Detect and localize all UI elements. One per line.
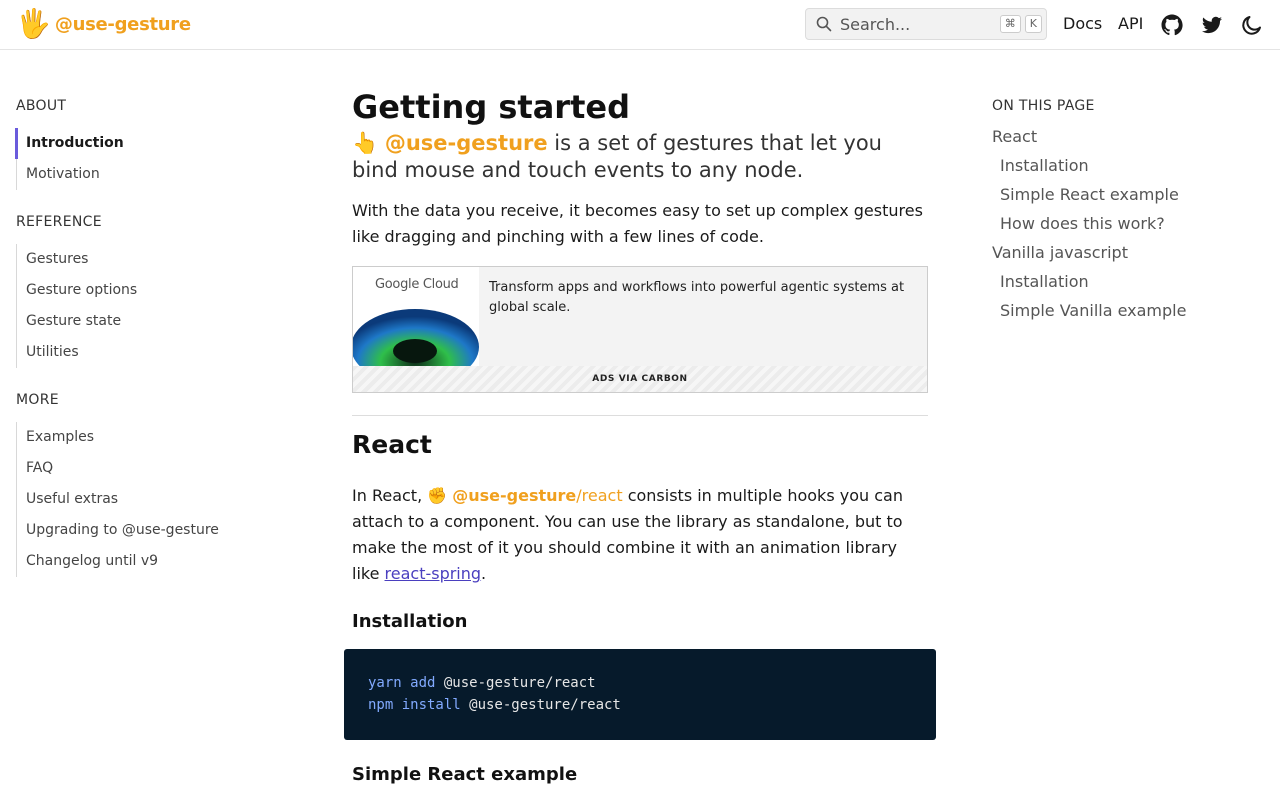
search-icon bbox=[816, 16, 832, 32]
react-para-end: . bbox=[481, 564, 487, 583]
sidebar-group-reference: Gestures Gesture options Gesture state U… bbox=[16, 244, 276, 368]
sidebar-section-more: MORE bbox=[16, 392, 59, 408]
toc-item-simple-react-example[interactable]: Simple React example bbox=[992, 180, 1252, 209]
lead-text: 👆 @use-gesture is a set of gestures that… bbox=[352, 130, 928, 184]
ad-footer[interactable]: ADS VIA CARBON bbox=[353, 366, 927, 392]
search-shortcut-cmd: ⌘ bbox=[999, 15, 1021, 33]
search-button[interactable]: Search... ⌘ K bbox=[805, 8, 1047, 40]
react-package-name: @use-gesture/react bbox=[452, 486, 622, 505]
hand-logo-icon: 🖐 bbox=[16, 7, 51, 40]
toc-item-simple-vanilla-example[interactable]: Simple Vanilla example bbox=[992, 296, 1252, 325]
sidebar-item-faq[interactable]: FAQ bbox=[17, 453, 276, 484]
fist-icon: ✊ bbox=[427, 486, 448, 505]
code-cmd-npm: npm install bbox=[368, 697, 461, 713]
page-title: Getting started bbox=[352, 88, 630, 126]
toc-item-how-does-this-work[interactable]: How does this work? bbox=[992, 209, 1252, 238]
toc-item-vanilla-javascript[interactable]: Vanilla javascript bbox=[992, 238, 1252, 267]
sidebar-item-motivation[interactable]: Motivation bbox=[17, 159, 276, 190]
nav-docs-link[interactable]: Docs bbox=[1063, 14, 1102, 33]
lead-brand: @use-gesture bbox=[384, 131, 548, 155]
sidebar-item-useful-extras[interactable]: Useful extras bbox=[17, 484, 276, 515]
intro-paragraph: With the data you receive, it becomes ea… bbox=[352, 201, 923, 246]
react-package-bold: @use-gesture bbox=[452, 486, 577, 505]
sidebar-item-upgrading[interactable]: Upgrading to @use-gesture bbox=[17, 515, 276, 546]
sidebar-item-examples[interactable]: Examples bbox=[17, 422, 276, 453]
toc-item-installation[interactable]: Installation bbox=[992, 151, 1252, 180]
table-of-contents: ON THIS PAGE React Installation Simple R… bbox=[992, 98, 1252, 325]
search-shortcut-k: K bbox=[1024, 15, 1042, 33]
sidebar-item-utilities[interactable]: Utilities bbox=[17, 337, 276, 368]
pointing-hand-icon: 👆 bbox=[352, 131, 379, 155]
moon-icon[interactable] bbox=[1240, 13, 1264, 37]
sidebar-item-gesture-options[interactable]: Gesture options bbox=[17, 275, 276, 306]
search-placeholder: Search... bbox=[840, 14, 911, 34]
ad-image[interactable]: Google Cloud bbox=[353, 267, 479, 367]
code-block-wrapper: yarn add @use-gesture/react npm install … bbox=[344, 649, 936, 740]
simple-react-example-heading: Simple React example bbox=[352, 764, 578, 785]
ad-text[interactable]: Transform apps and workflows into powerf… bbox=[489, 278, 909, 318]
logo-text: @use-gesture bbox=[54, 13, 191, 35]
react-spring-link[interactable]: react-spring bbox=[385, 564, 482, 583]
code-arg-npm: @use-gesture/react bbox=[460, 697, 621, 713]
installation-heading: Installation bbox=[352, 611, 468, 632]
ad-artwork bbox=[353, 309, 479, 367]
sidebar-item-gestures[interactable]: Gestures bbox=[17, 244, 276, 275]
toc-item-react[interactable]: React bbox=[992, 122, 1252, 151]
code-line-yarn: yarn add @use-gesture/react bbox=[368, 672, 912, 694]
react-heading: React bbox=[352, 430, 432, 459]
top-navbar: 🖐 @use-gesture Search... ⌘ K Docs API bbox=[0, 0, 1280, 50]
code-arg-yarn: @use-gesture/react bbox=[435, 675, 596, 691]
sidebar-section-reference: REFERENCE bbox=[16, 214, 102, 230]
sidebar-item-introduction[interactable]: Introduction bbox=[15, 128, 276, 159]
code-cmd-yarn: yarn add bbox=[368, 675, 436, 691]
sidebar-group-about: Introduction Motivation bbox=[15, 128, 276, 190]
install-code-block[interactable]: yarn add @use-gesture/react npm install … bbox=[344, 649, 936, 740]
sidebar-item-changelog[interactable]: Changelog until v9 bbox=[17, 546, 276, 577]
section-divider bbox=[352, 415, 928, 416]
toc-title: ON THIS PAGE bbox=[992, 98, 1095, 114]
left-sidebar: ABOUT Introduction Motivation REFERENCE … bbox=[15, 98, 276, 601]
sidebar-section-about: ABOUT bbox=[16, 98, 67, 114]
nav-api-link[interactable]: API bbox=[1118, 14, 1143, 33]
github-icon[interactable] bbox=[1160, 13, 1184, 37]
sidebar-group-more: Examples FAQ Useful extras Upgrading to … bbox=[16, 422, 276, 577]
code-line-npm: npm install @use-gesture/react bbox=[368, 694, 912, 716]
main-content: Getting started 👆 @use-gesture is a set … bbox=[344, 88, 936, 785]
react-paragraph: In React, ✊ @use-gesture/react consists … bbox=[352, 483, 928, 587]
react-para-prefix: In React, bbox=[352, 486, 428, 505]
sidebar-item-gesture-state[interactable]: Gesture state bbox=[17, 306, 276, 337]
twitter-icon[interactable] bbox=[1200, 13, 1224, 37]
toc-item-vanilla-installation[interactable]: Installation bbox=[992, 267, 1252, 296]
carbon-ad[interactable]: Google Cloud Transform apps and workflow… bbox=[352, 266, 928, 393]
logo-link[interactable]: 🖐 @use-gesture bbox=[16, 8, 191, 40]
react-package-suffix: /react bbox=[576, 486, 623, 505]
